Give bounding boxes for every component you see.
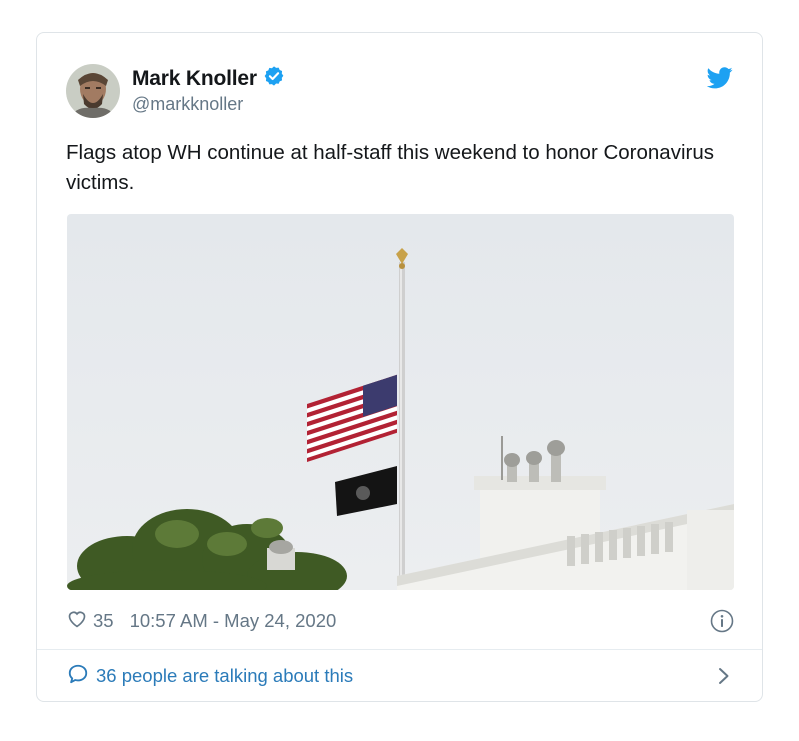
avatar[interactable] (66, 64, 120, 118)
tweet-meta-row: 35 10:57 AM - May 24, 2020 (67, 608, 734, 634)
twitter-bird-icon[interactable] (706, 67, 733, 89)
conversation-link[interactable]: 36 people are talking about this (67, 662, 734, 690)
info-icon[interactable] (710, 609, 734, 633)
chevron-right-icon[interactable] (718, 667, 730, 685)
tweet-photo[interactable] (67, 214, 734, 590)
tweet-text: Flags atop WH continue at half-staff thi… (66, 141, 714, 194)
speech-bubble-icon (67, 663, 89, 690)
verified-badge-icon (263, 65, 285, 92)
author-handle[interactable]: @markknoller (132, 94, 243, 115)
like-count[interactable]: 35 (93, 610, 114, 632)
tweet-card[interactable]: Mark Knoller @markknoller Flags atop WH … (36, 32, 763, 702)
author-name[interactable]: Mark Knoller (132, 67, 257, 91)
timestamp[interactable]: 10:57 AM - May 24, 2020 (130, 610, 337, 632)
divider (37, 649, 762, 650)
conversation-label[interactable]: 36 people are talking about this (96, 665, 353, 687)
heart-icon[interactable] (67, 609, 87, 633)
